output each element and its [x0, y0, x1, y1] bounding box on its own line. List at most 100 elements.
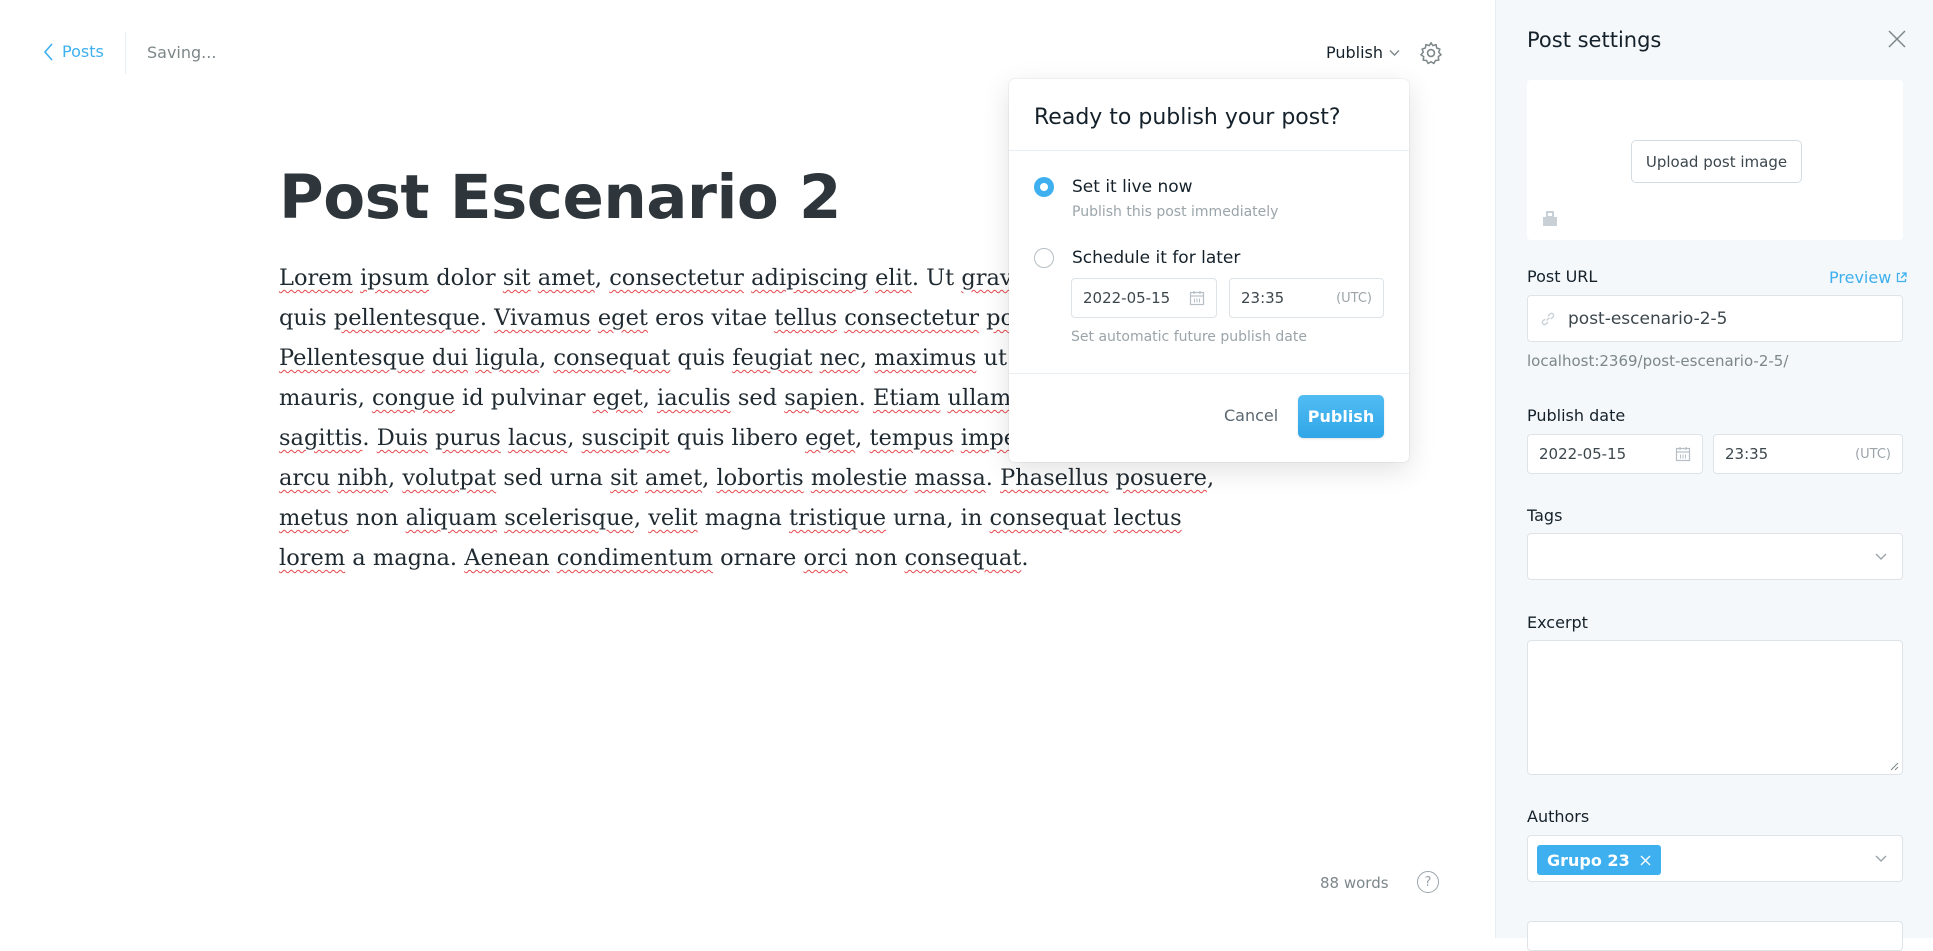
publish-button[interactable]: Publish — [1298, 395, 1384, 438]
spellcheck-word: eget — [805, 425, 856, 451]
body-text: quis libero — [669, 425, 806, 451]
body-text: . — [479, 305, 495, 331]
spellcheck-word: nibh — [337, 465, 389, 491]
schedule-timezone: (UTC) — [1336, 290, 1372, 306]
spellcheck-word: sagittis — [279, 425, 363, 451]
spellcheck-word: maximus — [874, 345, 977, 371]
excerpt-label: Excerpt — [1527, 613, 1588, 632]
help-icon[interactable]: ? — [1417, 871, 1439, 893]
body-text — [425, 345, 432, 371]
body-text: mauris, — [279, 385, 373, 411]
body-text — [531, 265, 538, 291]
popover-heading: Ready to publish your post? — [1009, 79, 1409, 151]
spellcheck-word: elit — [875, 265, 912, 291]
body-text: , — [388, 465, 403, 491]
body-text: . — [985, 465, 1001, 491]
resize-handle-icon[interactable] — [1889, 761, 1899, 771]
publish-timezone: (UTC) — [1855, 446, 1891, 462]
gear-icon[interactable] — [1418, 40, 1444, 66]
radio-schedule-later[interactable] — [1034, 248, 1054, 268]
chevron-down-icon — [1875, 553, 1887, 560]
body-text: , — [702, 465, 717, 491]
image-placeholder-icon — [1543, 211, 1557, 226]
spellcheck-word: consequat — [904, 545, 1022, 571]
spellcheck-word: suscipit — [581, 425, 670, 451]
authors-select[interactable]: Grupo 23 — [1527, 835, 1903, 882]
spellcheck-word: ipsum — [360, 265, 430, 291]
chevron-down-icon — [1875, 855, 1887, 862]
schedule-date-input[interactable]: 2022-05-15 — [1071, 278, 1217, 318]
option-later-label: Schedule it for later — [1072, 248, 1241, 268]
spellcheck-word: tristique — [789, 505, 887, 531]
spellcheck-word: Duis — [376, 425, 428, 451]
external-link-icon — [1897, 272, 1907, 283]
excerpt-textarea[interactable] — [1527, 640, 1903, 775]
spellcheck-word: molestie — [810, 465, 908, 491]
publish-date-value: 2022-05-15 — [1539, 445, 1627, 463]
calendar-icon — [1675, 447, 1691, 462]
post-settings-sidebar: Post settings Upload post image Post URL… — [1495, 0, 1933, 951]
spellcheck-word: lacus — [507, 425, 568, 451]
spellcheck-word: tellus — [774, 305, 838, 331]
spellcheck-word: condimentum — [556, 545, 713, 571]
post-body-line: metus non aliquam scelerisque, velit mag… — [279, 498, 1219, 538]
link-icon — [1541, 312, 1555, 325]
publish-time-input[interactable]: 23:35 (UTC) — [1713, 434, 1903, 474]
next-field-box[interactable] — [1527, 921, 1903, 951]
spellcheck-word: Phasellus — [1000, 465, 1109, 491]
close-icon[interactable] — [1886, 28, 1908, 50]
popover-divider — [1009, 373, 1409, 374]
preview-link[interactable]: Preview — [1829, 268, 1907, 287]
body-text: magna — [697, 505, 790, 531]
body-text: sed — [730, 385, 785, 411]
spellcheck-word: congue — [372, 385, 455, 411]
body-text: ornare — [712, 545, 804, 571]
option-now-label: Set it live now — [1072, 177, 1193, 197]
publish-date-label: Publish date — [1527, 406, 1626, 425]
spellcheck-word: Pellentesque — [279, 345, 425, 371]
spellcheck-word: amet — [645, 465, 703, 491]
tags-select[interactable] — [1527, 533, 1903, 580]
schedule-time-value: 23:35 — [1241, 289, 1285, 307]
radio-publish-now[interactable] — [1034, 177, 1054, 197]
word-count: 88 words — [1320, 874, 1389, 892]
body-text: non — [847, 545, 905, 571]
back-to-posts-link[interactable]: Posts — [44, 42, 104, 61]
post-url-label: Post URL — [1527, 267, 1598, 286]
post-image-dropzone[interactable]: Upload post image — [1527, 80, 1903, 240]
publish-menu-label: Publish — [1326, 43, 1384, 62]
close-icon[interactable] — [1640, 855, 1651, 866]
spellcheck-word: orci — [803, 545, 848, 571]
post-body-line: arcu nibh, volutpat sed urna sit amet, l… — [279, 458, 1219, 498]
calendar-icon — [1189, 291, 1205, 306]
body-text — [638, 465, 645, 491]
body-text: , — [859, 345, 875, 371]
body-text: , — [539, 345, 554, 371]
spellcheck-word: adipiscing — [751, 265, 868, 291]
cancel-button[interactable]: Cancel — [1224, 406, 1278, 425]
authors-label: Authors — [1527, 807, 1590, 826]
body-text: , — [567, 425, 582, 451]
publish-menu-trigger[interactable]: Publish — [1326, 43, 1400, 62]
body-text: non — [348, 505, 406, 531]
spellcheck-word: Lorem — [279, 265, 353, 291]
spellcheck-word: scelerisque — [504, 505, 634, 531]
chevron-left-icon — [44, 42, 53, 61]
post-body-line: lorem a magna. Aenean condimentum ornare… — [279, 538, 1219, 578]
spellcheck-word: aliquam — [405, 505, 498, 531]
body-text: quis — [670, 345, 733, 371]
option-now-description: Publish this post immediately — [1072, 204, 1279, 220]
body-text — [591, 305, 598, 331]
spellcheck-word: Aenean — [464, 545, 550, 571]
save-status: Saving... — [147, 43, 217, 62]
header-divider — [125, 32, 126, 74]
schedule-time-input[interactable]: 23:35 (UTC) — [1229, 278, 1384, 318]
post-url-input[interactable]: post-escenario-2-5 — [1527, 295, 1903, 342]
spellcheck-word: massa — [914, 465, 986, 491]
schedule-date-value: 2022-05-15 — [1083, 289, 1171, 307]
upload-post-image-button[interactable]: Upload post image — [1631, 140, 1802, 183]
body-text — [812, 345, 819, 371]
post-title[interactable]: Post Escenario 2 — [279, 162, 842, 233]
publish-date-input[interactable]: 2022-05-15 — [1527, 434, 1703, 474]
author-tag[interactable]: Grupo 23 — [1537, 845, 1661, 875]
